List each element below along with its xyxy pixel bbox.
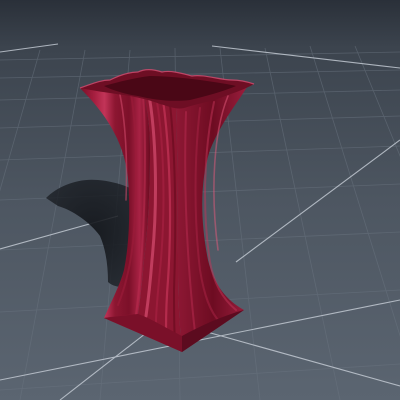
3d-viewport[interactable] — [0, 0, 400, 400]
viewport-canvas[interactable] — [0, 0, 400, 400]
